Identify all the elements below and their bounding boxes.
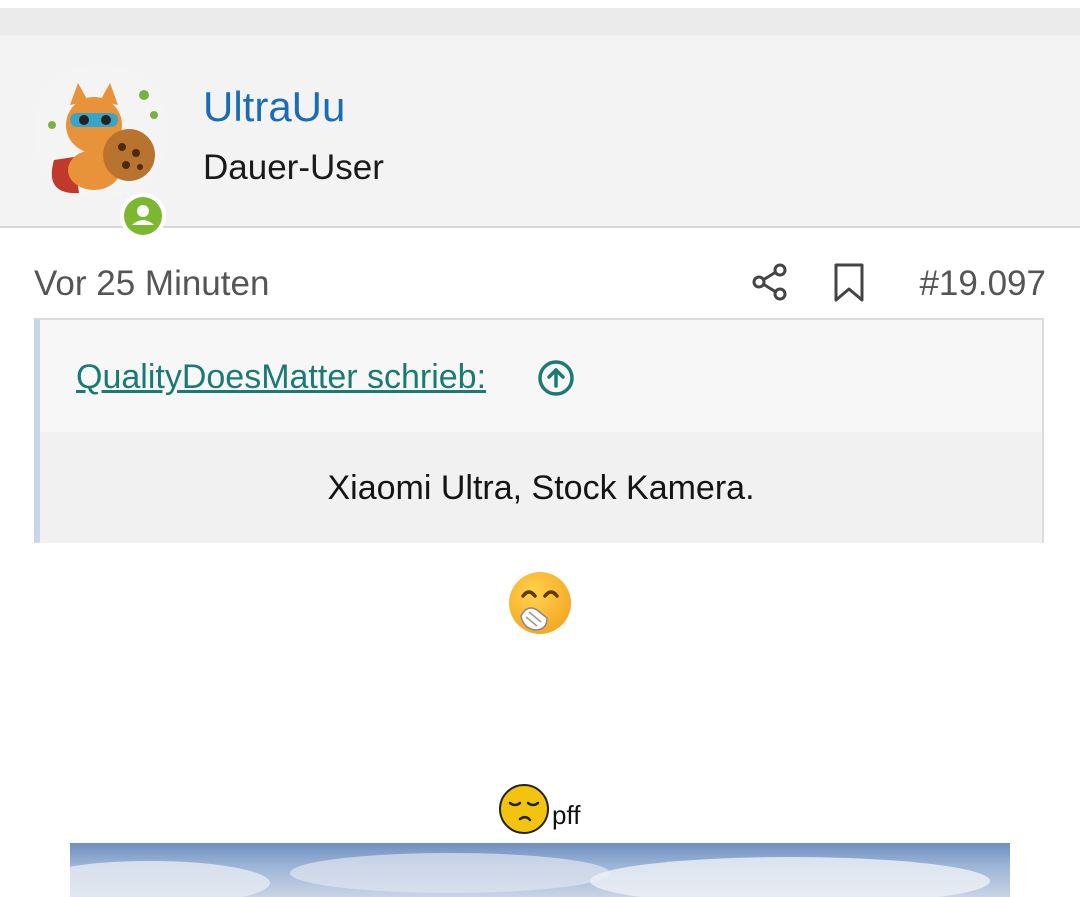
post-text: pff [552, 800, 581, 830]
post-number-link[interactable]: #19.097 [919, 264, 1046, 304]
quote-attribution-link[interactable]: QualityDoesMatter schrieb: [76, 358, 486, 397]
quote-body: Xiaomi Ultra, Stock Kamera. [40, 432, 1042, 543]
quote-header: QualityDoesMatter schrieb: [40, 320, 1042, 432]
username-link[interactable]: UltraUu [203, 83, 345, 131]
face-with-hand-over-mouth-emoji [507, 570, 573, 636]
top-bar [0, 8, 1080, 35]
top-strip [0, 0, 1080, 8]
post-meta: Vor 25 Minuten #19.097 [0, 228, 1080, 318]
smug-face-emoji [498, 783, 550, 835]
post-image[interactable] [70, 843, 1010, 897]
user-title: Dauer-User [203, 148, 384, 187]
quote-text: Xiaomi Ultra, Stock Kamera. [327, 469, 755, 507]
avatar[interactable] [34, 65, 168, 199]
quote-box: QualityDoesMatter schrieb: Xiaomi Ultra,… [34, 318, 1044, 543]
arrow-up-circle-icon[interactable] [536, 358, 576, 398]
share-icon[interactable] [750, 262, 790, 302]
author-header: UltraUu Dauer-User [0, 35, 1080, 239]
bookmark-icon[interactable] [830, 262, 868, 304]
post-timestamp[interactable]: Vor 25 Minuten [34, 264, 269, 304]
